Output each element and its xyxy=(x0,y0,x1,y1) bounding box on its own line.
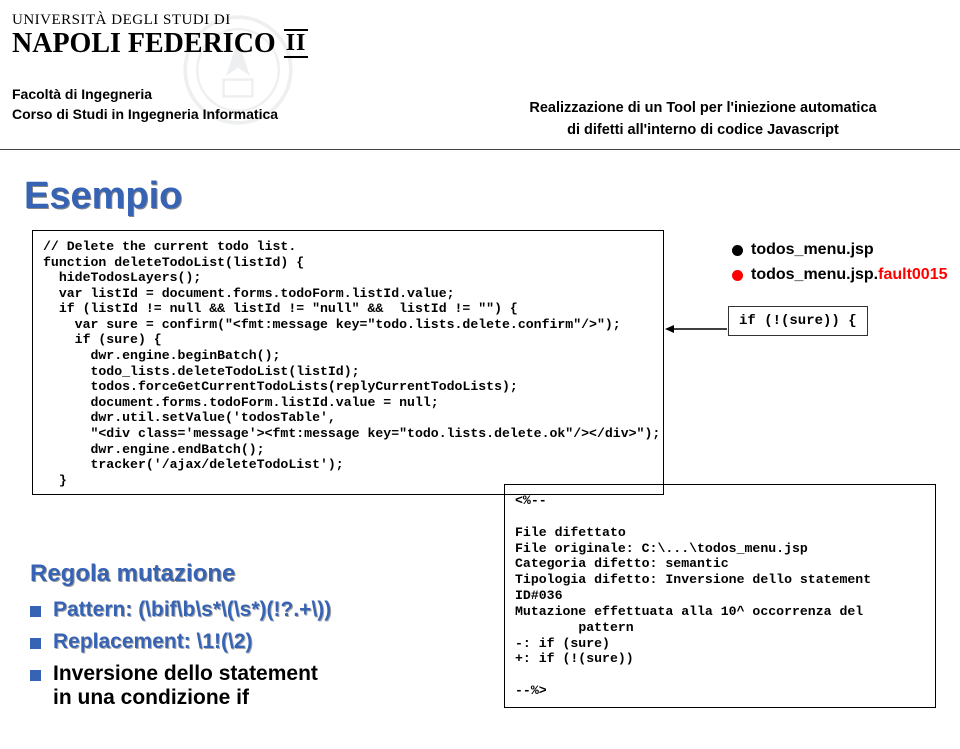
inversion-text: Inversione dello statement in una condiz… xyxy=(53,662,318,710)
replacement-row: Replacement: \1!(\2) xyxy=(30,630,490,654)
project-line1: Realizzazione di un Tool per l'iniezione… xyxy=(458,100,948,116)
mutation-rule: Regola mutazione Pattern: (\bif\b\s*\(\s… xyxy=(30,560,490,718)
univ-line2: NAPOLI FEDERICO xyxy=(12,30,276,58)
file-list: todos_menu.jsp todos_menu.jsp.fault0015 xyxy=(732,238,948,288)
faculty-block: Facoltà di Ingegneria Corso di Studi in … xyxy=(12,85,278,124)
university-logo-text: UNIVERSITÀ DEGLI STUDI DI NAPOLI FEDERIC… xyxy=(12,12,948,58)
bullet-icon xyxy=(732,245,743,256)
pattern-text: Pattern: (\bif\b\s*\(\s*)(!?.+\)) xyxy=(53,598,331,622)
square-bullet-icon xyxy=(30,670,41,681)
inversion-row: Inversione dello statement in una condiz… xyxy=(30,662,490,710)
faculty-line: Facoltà di Ingegneria xyxy=(12,85,278,105)
file-fault-row: todos_menu.jsp.fault0015 xyxy=(732,263,948,288)
project-title: Realizzazione di un Tool per l'iniezione… xyxy=(458,100,948,138)
project-line2: di difetti all'interno di codice Javascr… xyxy=(458,122,948,138)
file-original: todos_menu.jsp xyxy=(751,238,874,263)
pattern-row: Pattern: (\bif\b\s*\(\s*)(!?.+\)) xyxy=(30,598,490,622)
slide-title: Esempio xyxy=(24,175,182,218)
univ-line1: UNIVERSITÀ DEGLI STUDI DI xyxy=(12,12,948,29)
roman-numeral: II xyxy=(284,29,309,58)
file-original-row: todos_menu.jsp xyxy=(732,238,948,263)
mutated-condition-callout: if (!(sure)) { xyxy=(728,306,868,336)
mutation-rule-heading: Regola mutazione xyxy=(30,560,490,588)
header-divider xyxy=(0,149,960,150)
bullet-icon xyxy=(732,270,743,281)
arrow-icon xyxy=(665,324,727,334)
code-block: // Delete the current todo list. functio… xyxy=(32,230,664,495)
file-fault: todos_menu.jsp.fault0015 xyxy=(751,263,948,288)
replacement-text: Replacement: \1!(\2) xyxy=(53,630,253,654)
square-bullet-icon xyxy=(30,606,41,617)
mutation-comment-block: <%-- File difettato File originale: C:\.… xyxy=(504,484,936,708)
course-line: Corso di Studi in Ingegneria Informatica xyxy=(12,105,278,125)
header: UNIVERSITÀ DEGLI STUDI DI NAPOLI FEDERIC… xyxy=(12,12,948,58)
square-bullet-icon xyxy=(30,638,41,649)
